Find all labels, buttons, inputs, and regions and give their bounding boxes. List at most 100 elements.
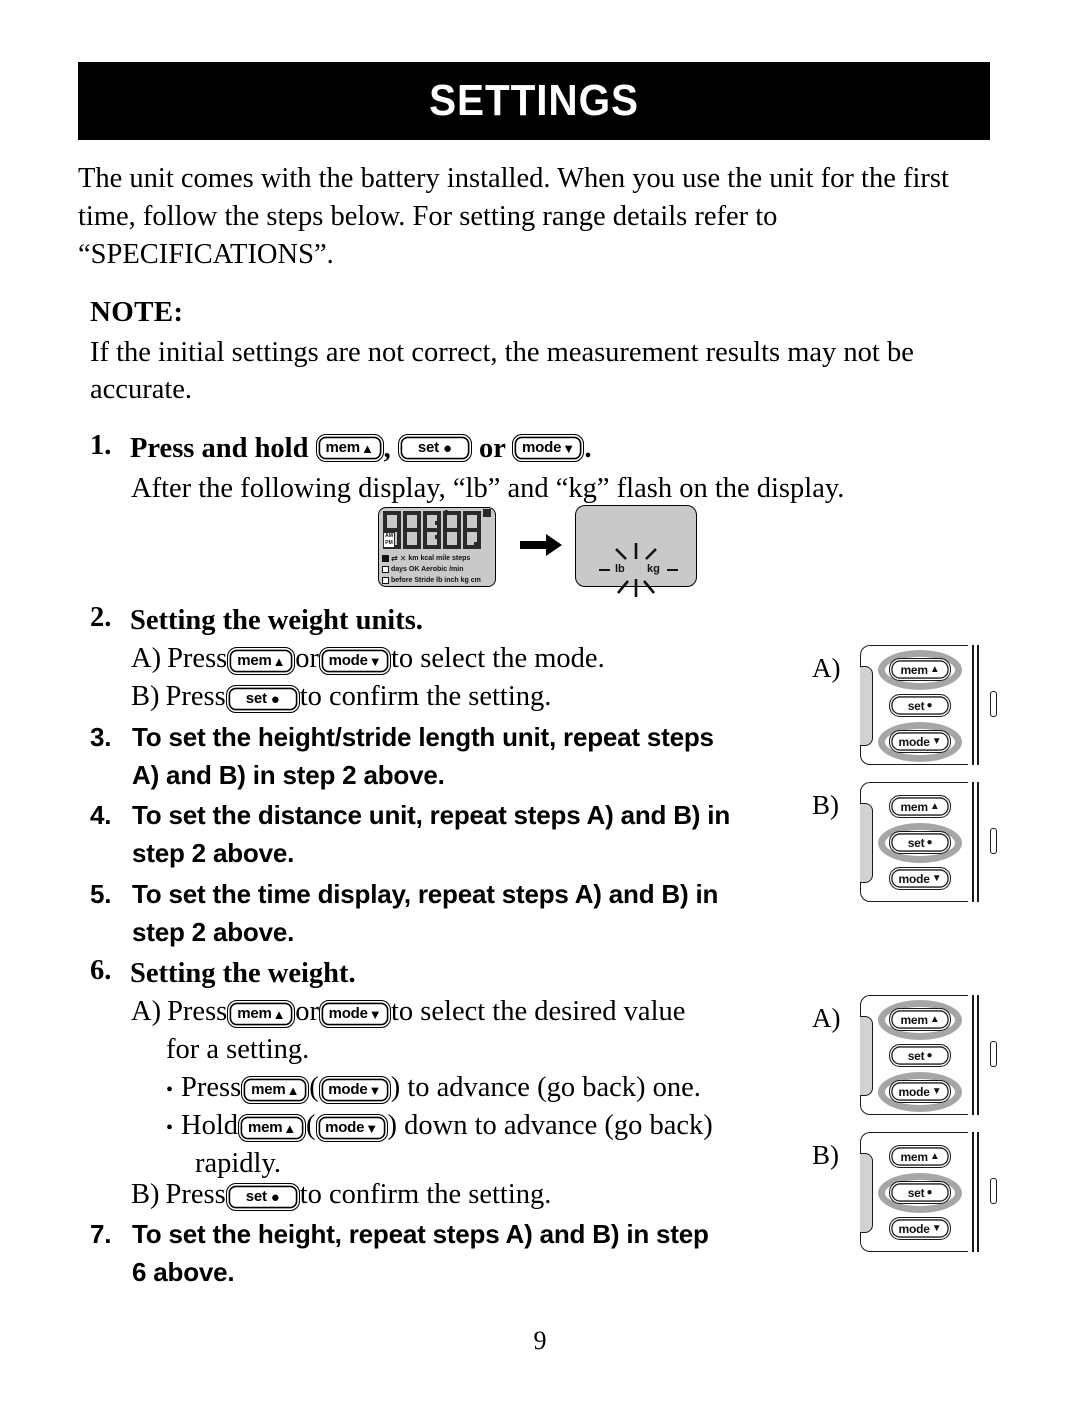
step-6-a-post: to select the desired value	[391, 996, 686, 1027]
step-6-a-label: A)	[131, 996, 162, 1027]
device-button-mem-label: mem	[900, 1012, 928, 1027]
device-letter: B)	[812, 790, 839, 820]
manual-page: SETTINGS The unit comes with the battery…	[0, 0, 1080, 1411]
step-6-bullet-1-open: (	[309, 1072, 319, 1103]
device-button-set-label: set	[907, 698, 925, 713]
device-illustration-2b: B) mem ▲ set ● mode ▼	[812, 782, 997, 902]
page-title: SETTINGS	[429, 76, 639, 125]
device-button-set[interactable]: set ●	[889, 831, 951, 854]
device-button-mem-label: mem	[900, 799, 928, 814]
step-2-b-pre: Press	[165, 681, 226, 712]
kg-dash-icon	[667, 569, 678, 571]
step-5: 5. To set the time display, repeat steps…	[90, 875, 830, 951]
triangle-down-icon: ▼	[368, 1006, 382, 1022]
key-mode-label: mode	[328, 1081, 368, 1098]
step-2-title: Setting the weight units.	[130, 605, 423, 636]
device-button-mem[interactable]: mem ▲	[889, 1145, 951, 1168]
triangle-up-icon: ▲	[286, 1082, 300, 1098]
key-mem-icon: mem ▲	[241, 1076, 310, 1104]
step-4-body: To set the distance unit, repeat steps A…	[132, 796, 730, 872]
step-6-substep-b: B) Press set ● to confirm the setting.	[131, 1176, 551, 1214]
key-set-label: set	[417, 439, 439, 457]
lcd-row-1-labels: km kcal mile steps	[408, 555, 471, 562]
device-button-mode-label: mode	[898, 871, 930, 886]
device-button-set[interactable]: set ●	[889, 1181, 951, 1204]
triangle-down-icon: ▼	[931, 873, 942, 884]
key-set-label: set	[245, 1188, 267, 1205]
device-side-rails	[972, 1132, 982, 1252]
device-body: mem ▲ set ● mode ▼	[860, 645, 968, 765]
triangle-down-icon: ▼	[365, 1120, 378, 1136]
key-mode-icon: mode ▼	[315, 1114, 388, 1142]
step-1-number: 1.	[90, 430, 112, 461]
lcd-colon-icon	[435, 517, 439, 545]
step-6-bullet-1: • Press mem ▲ (mode ▼) to advance (go back)…	[166, 1069, 701, 1109]
device-button-mode-label: mode	[898, 1221, 930, 1236]
device-side-nub	[990, 828, 997, 854]
step-3-body: To set the height/stride length unit, re…	[132, 718, 714, 794]
right-arrow-icon	[520, 534, 562, 556]
step-6-a-mid: or	[295, 996, 320, 1027]
step-6-title: Setting the weight.	[130, 958, 356, 989]
step-1-title: Press and hold mem ▲, set ● or mode ▼.	[130, 430, 592, 468]
triangle-up-icon: ▲	[272, 653, 286, 669]
key-mode-label: mode	[522, 439, 562, 457]
device-button-set[interactable]: set ●	[889, 694, 951, 717]
device-button-mem-label: mem	[900, 662, 928, 677]
step-7: 7. To set the height, repeat steps A) an…	[90, 1215, 830, 1291]
step-1-sep-comma: ,	[383, 433, 398, 464]
device-body: mem ▲ set ● mode ▼	[860, 1132, 968, 1252]
device-illustration-2a: A) mem ▲ set ● mode ▼	[812, 645, 997, 765]
device-button-mode-label: mode	[898, 1084, 930, 1099]
lcd-indicator-row-3: before Stride lb inch kg cm	[382, 575, 494, 586]
device-button-mode[interactable]: mode ▼	[889, 867, 951, 890]
key-mem-label: mem	[237, 652, 272, 669]
key-mode-icon: mode ▼	[319, 1000, 392, 1028]
device-button-mode[interactable]: mode ▼	[889, 1217, 951, 1240]
device-side-rails	[972, 782, 982, 902]
device-body: mem ▲ set ● mode ▼	[860, 995, 968, 1115]
step-3-line-2: A) and B) in step 2 above.	[132, 760, 445, 790]
step-6-b-pre: Press	[165, 1179, 226, 1210]
lcd-row-2-labels: days OK Aerobic /min	[391, 566, 464, 573]
device-button-mem[interactable]: mem ▲	[889, 658, 951, 681]
shoe-icon: ✕	[399, 554, 407, 563]
key-mode-label: mode	[328, 1005, 368, 1022]
dot-icon: ●	[926, 1050, 933, 1061]
dot-icon: ●	[270, 1188, 280, 1206]
bullet-icon: •	[166, 1079, 174, 1101]
device-button-mem[interactable]: mem ▲	[889, 1008, 951, 1031]
lcd-indicator-rows: ⇄ ✕ km kcal mile steps days OK Aerobic /…	[382, 553, 494, 586]
step-6-bullet-2-close: ) down to advance (go back)	[387, 1110, 713, 1141]
device-button-mode[interactable]: mode ▼	[889, 730, 951, 753]
device-button-set[interactable]: set ●	[889, 1044, 951, 1067]
device-letter: B)	[812, 1140, 839, 1170]
note-text: If the initial settings are not correct,…	[90, 337, 914, 405]
device-button-mode[interactable]: mode ▼	[889, 1080, 951, 1103]
lcd-ampm-indicator: AM PM	[383, 532, 395, 548]
bullet-icon: •	[166, 1117, 174, 1139]
step-3-line-1: To set the height/stride length unit, re…	[132, 722, 714, 752]
lcd-quote-icon	[483, 509, 491, 517]
key-mem-label: mem	[247, 1119, 283, 1136]
lcd-row-3-labels: before Stride lb inch kg cm	[391, 577, 481, 584]
device-button-set-label: set	[907, 1185, 925, 1200]
key-mode-icon: mode ▼	[512, 434, 585, 463]
key-set-label: set	[245, 690, 267, 707]
lcd-indicator-row-2: days OK Aerobic /min	[382, 564, 494, 575]
lcd-unit-kg: kg	[647, 563, 660, 575]
lcd-digit	[403, 511, 421, 549]
note-label: NOTE:	[90, 296, 184, 328]
lb-dash-icon	[599, 569, 610, 571]
device-letter: A)	[812, 1003, 841, 1033]
step-1-sep-or: or	[471, 433, 513, 464]
step-5-body: To set the time display, repeat steps A)…	[132, 875, 718, 951]
step-2-number: 2.	[90, 602, 112, 633]
step-7-line-1: To set the height, repeat steps A) and B…	[132, 1219, 709, 1249]
device-body: mem ▲ set ● mode ▼	[860, 782, 968, 902]
key-mode-label: mode	[328, 652, 368, 669]
lcd-flash-indicator: lb kg	[575, 505, 697, 605]
device-side-nub	[990, 1041, 997, 1067]
flash-rays-icon	[615, 543, 657, 597]
device-button-mem[interactable]: mem ▲	[889, 795, 951, 818]
